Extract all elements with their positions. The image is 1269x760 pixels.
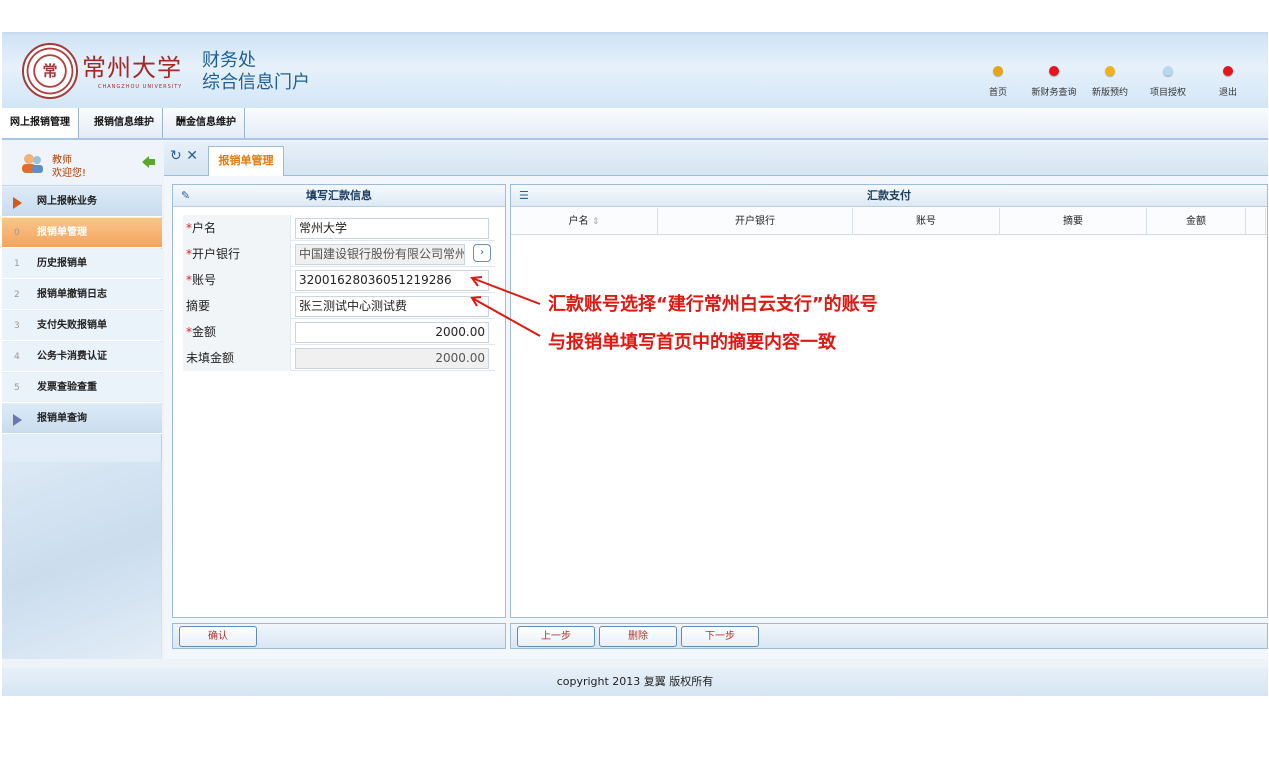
bank-field: 中国建设银行股份有限公司常州[: [295, 244, 465, 265]
sidebar-item-revoke-log[interactable]: 2 报销单撤销日志: [2, 280, 162, 310]
right-button-bar: 上一步 删除 下一步: [510, 623, 1268, 649]
annotation-arrow-summary: [471, 297, 541, 337]
remittance-form: *户名 常州大学 *开户银行 中国建设银行股份有限公司常州[ › *账号 320…: [183, 215, 495, 371]
remittance-form-panel: ✎ 填写汇款信息 *户名 常州大学 *开户银行 中国建设银行股份有限公司常州[ …: [172, 184, 506, 618]
tab-reimbursement-manage[interactable]: 报销单管理: [208, 146, 284, 176]
account-name-field[interactable]: 常州大学: [295, 218, 489, 239]
logout-dot-icon: [1223, 66, 1233, 76]
column-amount[interactable]: 金额: [1147, 208, 1246, 235]
sidebar-item-history[interactable]: 1 历史报销单: [2, 249, 162, 279]
bank-picker-button[interactable]: ›: [473, 244, 491, 262]
form-row-summary: 摘要 张三测试中心测试费: [183, 293, 495, 319]
left-button-bar: 确认: [172, 623, 506, 649]
group-arrow-icon: [13, 197, 22, 209]
nav-booking[interactable]: 新版预约: [1080, 62, 1140, 98]
payment-grid-header: 户名 ⇕ 开户银行 账号 摘要 金额: [511, 208, 1267, 235]
portal-title-line1: 财务处: [202, 50, 256, 71]
university-english-name: CHANGZHOU UNIVERSITY: [98, 84, 183, 90]
column-filler: [1246, 208, 1266, 235]
next-step-button[interactable]: 下一步: [681, 626, 759, 647]
column-summary[interactable]: 摘要: [1000, 208, 1147, 235]
finance-query-dot-icon: [1049, 66, 1059, 76]
tab-bar: ↻ ✕ 报销单管理: [164, 142, 1268, 176]
summary-field[interactable]: 张三测试中心测试费: [295, 296, 489, 317]
welcome-text: 欢迎您!: [52, 168, 87, 179]
pencil-icon: ✎: [181, 189, 191, 202]
sidebar-item-failed-payment[interactable]: 3 支付失败报销单: [2, 311, 162, 341]
sidebar: 教师 欢迎您! 网上报帐业务 0 报销单管理 1 历史报销单 2 报销单撤销日志…: [2, 142, 162, 659]
home-dot-icon: [993, 66, 1003, 76]
group-arrow-icon: [13, 414, 22, 426]
remittance-payment-header: ☰ 汇款支付: [511, 185, 1267, 207]
annotation-summary-note: 与报销单填写首页中的摘要内容一致: [548, 332, 836, 353]
column-bank[interactable]: 开户银行: [658, 208, 853, 235]
annotation-account-note: 汇款账号选择“建行常州白云支行”的账号: [548, 294, 878, 315]
prev-step-button[interactable]: 上一步: [517, 626, 595, 647]
menu-online-reimbursement[interactable]: 网上报销管理: [2, 108, 79, 138]
sidebar-group-online-business[interactable]: 网上报帐业务: [2, 187, 162, 217]
sort-icon[interactable]: ⇕: [592, 217, 600, 227]
confirm-button[interactable]: 确认: [179, 626, 257, 647]
account-number-field[interactable]: 32001628036051219286: [295, 270, 489, 291]
portal-title: 财务处 综合信息门户: [202, 50, 310, 94]
university-name-logo: 常州大学: [82, 54, 182, 82]
refresh-icon[interactable]: ↻: [170, 148, 182, 164]
main-content: ↻ ✕ 报销单管理 ✎ 填写汇款信息 *户名 常州大学 *开户银行 中国建设银行…: [164, 142, 1268, 659]
form-row-unfilled-amount: 未填金额 2000.00: [183, 345, 495, 371]
form-row-account-name: *户名 常州大学: [183, 215, 495, 241]
sidebar-item-reimbursement-manage[interactable]: 0 报销单管理: [2, 218, 162, 248]
list-icon: ☰: [519, 189, 529, 202]
user-box: 教师 欢迎您!: [2, 142, 162, 186]
collapse-arrow-icon[interactable]: [142, 155, 156, 169]
menu-remuneration-info[interactable]: 酬金信息维护: [168, 108, 245, 138]
nav-logout[interactable]: 退出: [1198, 62, 1258, 98]
header: 常 常州大学 CHANGZHOU UNIVERSITY 财务处 综合信息门户 首…: [2, 32, 1268, 108]
sidebar-group-query[interactable]: 报销单查询: [2, 404, 162, 434]
column-account-name[interactable]: 户名 ⇕: [511, 208, 658, 235]
app-window: 常 常州大学 CHANGZHOU UNIVERSITY 财务处 综合信息门户 首…: [2, 32, 1268, 696]
tab-controls: ↻ ✕: [170, 148, 198, 164]
form-row-bank: *开户银行 中国建设银行股份有限公司常州[ ›: [183, 241, 495, 267]
nav-finance-query[interactable]: 新财务查询: [1024, 62, 1084, 98]
footer-copyright: copyright 2013 复翼 版权所有: [2, 668, 1268, 696]
booking-dot-icon: [1105, 66, 1115, 76]
nav-home[interactable]: 首页: [968, 62, 1028, 98]
project-auth-dot-icon: [1163, 66, 1173, 76]
column-account-number[interactable]: 账号: [853, 208, 1000, 235]
menu-reimbursement-info[interactable]: 报销信息维护: [86, 108, 163, 138]
unfilled-amount-field: 2000.00: [295, 348, 489, 369]
amount-field[interactable]: 2000.00: [295, 322, 489, 343]
remittance-form-header: ✎ 填写汇款信息: [173, 185, 505, 207]
user-avatar-icon: [22, 154, 43, 173]
top-nav: 首页 新财务查询 新版预约 项目授权 退出: [968, 62, 1268, 102]
form-row-amount: *金额 2000.00: [183, 319, 495, 345]
remittance-payment-panel: ☰ 汇款支付 户名 ⇕ 开户银行 账号 摘要 金额: [510, 184, 1268, 618]
annotation-arrow-account: [471, 277, 541, 305]
nav-project-auth[interactable]: 项目授权: [1138, 62, 1198, 98]
sidebar-item-invoice-check[interactable]: 5 发票查验查重: [2, 373, 162, 403]
delete-button[interactable]: 删除: [599, 626, 677, 647]
menu-bar: 网上报销管理 报销信息维护 酬金信息维护: [2, 108, 1268, 140]
sidebar-item-card-auth[interactable]: 4 公务卡消费认证: [2, 342, 162, 372]
sidebar-decoration: [2, 462, 162, 659]
close-icon[interactable]: ✕: [186, 148, 198, 164]
portal-title-line2: 综合信息门户: [202, 72, 310, 93]
form-row-account-number: *账号 32001628036051219286: [183, 267, 495, 293]
university-seal-logo: 常: [22, 43, 78, 99]
